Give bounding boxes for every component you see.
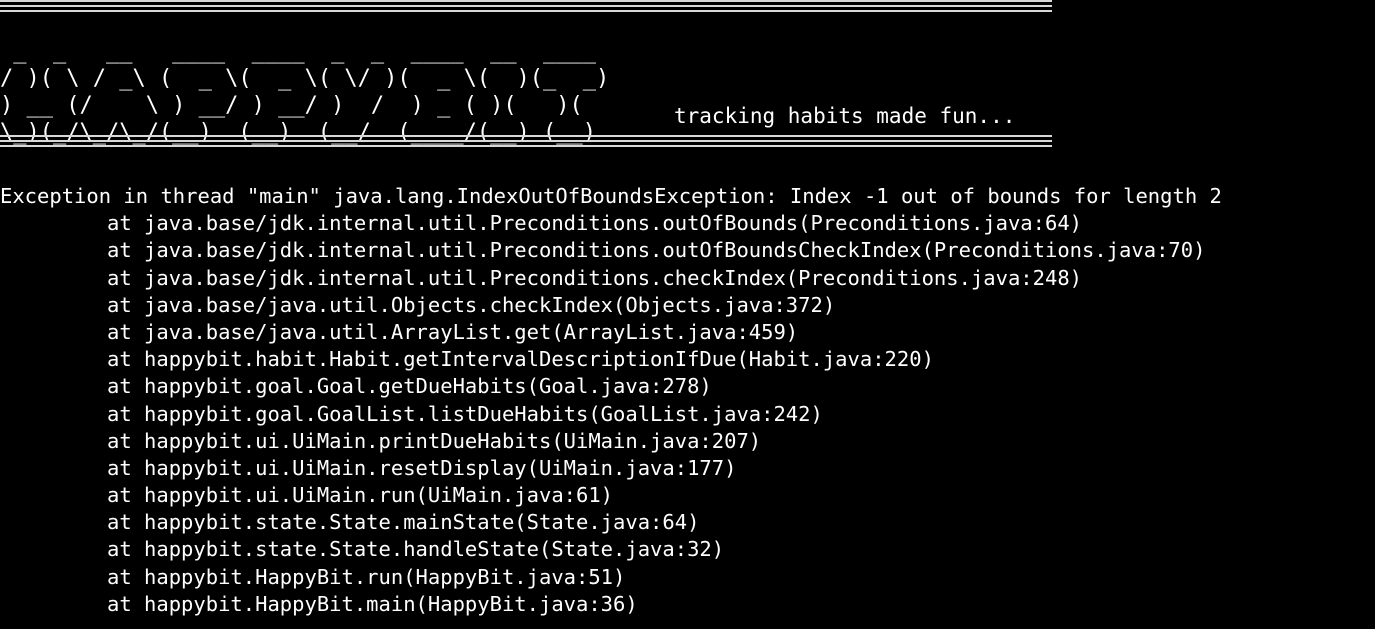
stack-frame: at java.base/java.util.Objects.checkInde… [107, 292, 836, 317]
banner-bottom-divider [0, 132, 1052, 148]
stack-frame: at happybit.ui.UiMain.printDueHabits(UiM… [107, 428, 762, 453]
stack-frame: at happybit.state.State.handleState(Stat… [107, 537, 725, 562]
banner-tagline: tracking habits made fun... [674, 104, 1016, 128]
stack-frame: at java.base/jdk.internal.util.Precondit… [107, 238, 1206, 263]
stack-frame: at happybit.state.State.mainState(State.… [107, 510, 700, 535]
stack-frame: at java.base/jdk.internal.util.Precondit… [107, 211, 1083, 236]
console-window[interactable]: _ _ __ ____ ____ _ _ ____ __ ____ / )( \… [0, 0, 1375, 629]
stack-frame: at java.base/java.util.ArrayList.get(Arr… [107, 319, 799, 344]
banner-top-divider [0, 0, 1052, 12]
stack-frame: at java.base/jdk.internal.util.Precondit… [107, 265, 1083, 290]
stack-frame: at happybit.goal.GoalList.listDueHabits(… [107, 401, 823, 426]
happybit-ascii-logo: _ _ __ ____ ____ _ _ ____ __ ____ / )( \… [0, 39, 610, 145]
stack-trace: Exception in thread "main" java.lang.Ind… [0, 183, 1375, 618]
stack-frame: at happybit.goal.Goal.getDueHabits(Goal.… [107, 374, 712, 399]
stack-frame: at happybit.HappyBit.main(HappyBit.java:… [107, 591, 638, 616]
stack-frame: at happybit.ui.UiMain.resetDisplay(UiMai… [107, 455, 737, 480]
stack-frame: at happybit.habit.Habit.getIntervalDescr… [107, 347, 934, 372]
exception-header: Exception in thread "main" java.lang.Ind… [0, 184, 1222, 208]
stack-frame: at happybit.ui.UiMain.run(UiMain.java:61… [107, 483, 614, 508]
stack-frame: at happybit.HappyBit.run(HappyBit.java:5… [107, 564, 626, 589]
